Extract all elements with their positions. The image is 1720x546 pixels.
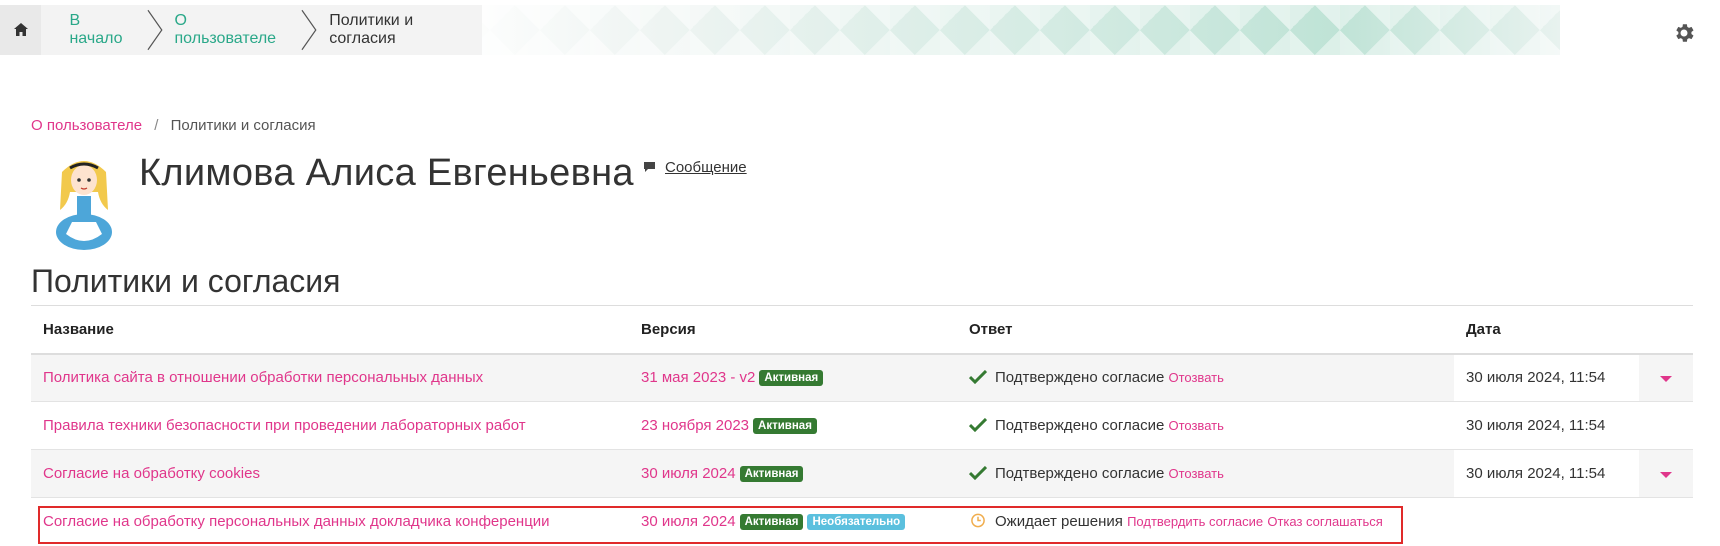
send-message-link[interactable]: Сообщение <box>644 159 747 176</box>
avatar <box>56 161 112 250</box>
status-badge-active: Активная <box>739 514 804 531</box>
check-icon <box>969 370 987 385</box>
policy-date-cell: 30 июля 2024, 11:54 <box>1454 353 1639 402</box>
policies-table: Название Версия Ответ Дата Политика сайт… <box>31 305 1693 546</box>
check-icon <box>969 418 987 432</box>
navbar-crumb-home-link[interactable]: В начало <box>69 12 136 48</box>
gear-icon[interactable] <box>1672 21 1696 45</box>
page-breadcrumb: О пользователе / Политики и согласия <box>31 117 316 134</box>
answer-status-text: Подтверждено согласие <box>995 417 1165 434</box>
answer-status-text: Ожидает решения <box>995 513 1123 531</box>
navbar-breadcrumb: В начало О пользователе Политики и согла… <box>0 5 482 55</box>
column-header-answer: Ответ <box>957 305 1454 355</box>
policy-name-cell: Согласие на обработку cookies <box>31 449 629 498</box>
table-row: Политика сайта в отношении обработки пер… <box>31 353 1693 402</box>
home-button[interactable] <box>0 5 42 55</box>
answer-status-text: Подтверждено согласие <box>995 369 1165 387</box>
policy-date-cell <box>1454 497 1639 546</box>
revoke-link[interactable]: Отозвать <box>1168 418 1223 433</box>
chevron-down-icon[interactable] <box>1660 472 1672 478</box>
status-badge-active: Активная <box>753 418 817 434</box>
navbar-crumb-home[interactable]: В начало <box>41 5 136 55</box>
status-badge-active: Активная <box>739 466 804 482</box>
accept-consent-link[interactable]: Подтвердить согласие <box>1127 514 1263 529</box>
table-row: Согласие на обработку персональных данны… <box>31 497 1693 546</box>
policy-answer-cell: Подтверждено согласие Отозвать <box>957 401 1454 450</box>
expand-cell <box>1639 401 1693 450</box>
column-header-name: Название <box>31 305 629 355</box>
column-header-version: Версия <box>629 305 957 355</box>
send-message-label: Сообщение <box>665 159 747 176</box>
revoke-link[interactable]: Отозвать <box>1168 370 1223 385</box>
page-breadcrumb-separator: / <box>154 117 159 134</box>
chevron-down-icon[interactable] <box>1660 376 1672 383</box>
column-header-actions <box>1639 305 1693 355</box>
status-badge-optional: Необязательно <box>807 514 906 531</box>
policy-answer-cell: Ожидает решения Подтвердить согласие Отк… <box>957 497 1454 546</box>
policy-version-link[interactable]: 31 мая 2023 - v2 <box>641 369 755 386</box>
section-title: Политики и согласия <box>31 263 341 299</box>
decline-consent-link[interactable]: Отказ соглашаться <box>1267 514 1382 529</box>
column-header-date: Дата <box>1454 305 1639 355</box>
expand-cell <box>1639 449 1693 498</box>
policy-name-link[interactable]: Согласие на обработку cookies <box>43 465 260 482</box>
check-icon <box>969 466 987 480</box>
policy-date-cell: 30 июля 2024, 11:54 <box>1454 449 1639 498</box>
navbar-crumb-current-label: Политики и согласия <box>329 12 414 47</box>
table-header-row: Название Версия Ответ Дата <box>31 305 1693 355</box>
policy-version-link[interactable]: 30 июля 2024 <box>641 513 736 530</box>
policy-answer-cell: Подтверждено согласие Отозвать <box>957 353 1454 402</box>
navbar-crumb-profile[interactable]: О пользователе <box>165 5 292 55</box>
policy-version-cell: 31 мая 2023 - v2 Активная <box>629 353 957 402</box>
policy-version-cell: 30 июля 2024 Активная <box>629 449 957 498</box>
page-breadcrumb-profile-link[interactable]: О пользователе <box>31 117 142 134</box>
expand-cell <box>1639 497 1693 546</box>
policy-name-link[interactable]: Согласие на обработку персональных данны… <box>43 513 550 530</box>
policy-name-cell: Политика сайта в отношении обработки пер… <box>31 353 629 402</box>
policy-date-cell: 30 июля 2024, 11:54 <box>1454 401 1639 450</box>
policy-version-link[interactable]: 23 ноября 2023 <box>641 417 749 434</box>
policy-version-cell: 30 июля 2024 Активная Необязательно <box>629 497 957 546</box>
table-row: Согласие на обработку cookies 30 июля 20… <box>31 449 1693 498</box>
revoke-link[interactable]: Отозвать <box>1168 466 1223 481</box>
navbar-crumb-current: Политики и согласия <box>319 5 482 55</box>
page-breadcrumb-current: Политики и согласия <box>170 117 316 134</box>
answer-status-text: Подтверждено согласие <box>995 465 1165 482</box>
top-navbar: В начало О пользователе Политики и согла… <box>0 5 1700 55</box>
user-full-name: Климова Алиса Евгеньевна <box>139 152 634 194</box>
expand-cell <box>1639 353 1693 402</box>
breadcrumb-chevron-icon <box>147 9 163 51</box>
navbar-decorative-background <box>440 5 1560 55</box>
policy-name-link[interactable]: Политика сайта в отношении обработки пер… <box>43 369 483 386</box>
policy-version-link[interactable]: 30 июля 2024 <box>641 465 736 482</box>
table-row: Правила техники безопасности при проведе… <box>31 401 1693 450</box>
home-icon <box>13 23 28 36</box>
clock-icon <box>971 513 985 528</box>
navbar-crumb-profile-link[interactable]: О пользователе <box>175 12 292 48</box>
breadcrumb-chevron-icon <box>301 9 317 51</box>
policy-version-cell: 23 ноября 2023 Активная <box>629 401 957 450</box>
policy-name-cell: Согласие на обработку персональных данны… <box>31 497 629 546</box>
policy-answer-cell: Подтверждено согласие Отозвать <box>957 449 1454 498</box>
status-badge-active: Активная <box>759 370 824 387</box>
policy-name-cell: Правила техники безопасности при проведе… <box>31 401 629 450</box>
policy-name-link[interactable]: Правила техники безопасности при проведе… <box>43 417 526 434</box>
message-icon <box>644 162 655 172</box>
